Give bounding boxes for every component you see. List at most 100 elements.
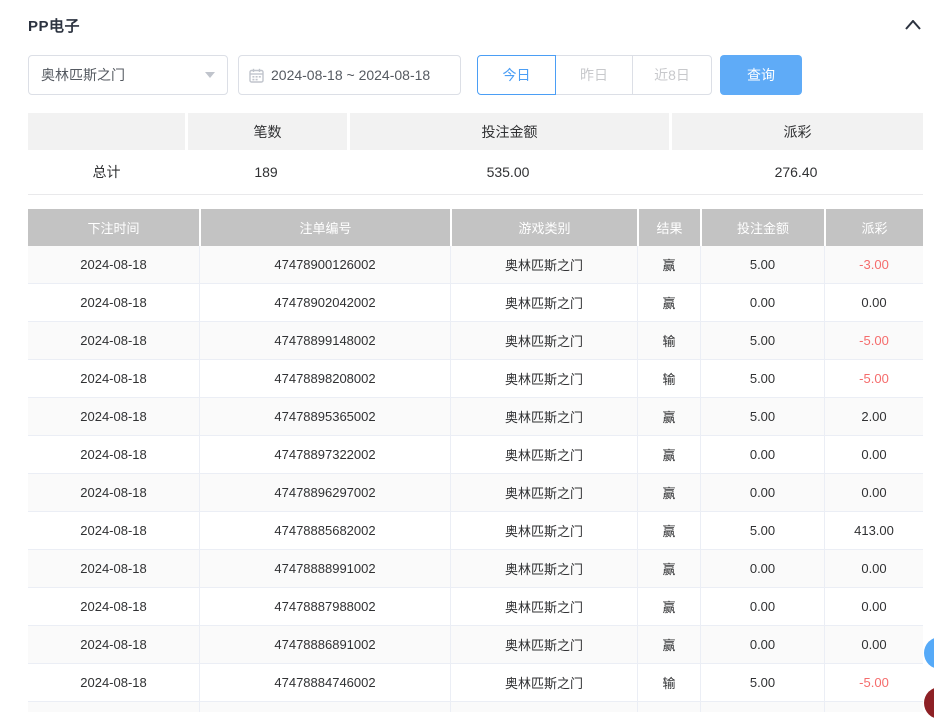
- table-row: 2024-08-1847478895365002奥林匹斯之门赢5.002.00: [28, 398, 923, 436]
- col-header-result: 结果: [637, 209, 700, 246]
- table-cell: 奥林匹斯之门: [450, 588, 637, 626]
- table-cell: 47478897322002: [199, 436, 450, 474]
- table-row: 2024-08-1847478899148002奥林匹斯之门输5.00-5.00: [28, 322, 923, 360]
- table-cell: 2024-08-18: [28, 474, 199, 512]
- table-cell: 输: [637, 664, 700, 702]
- table-cell: 赢: [637, 284, 700, 322]
- bet-table-body: 2024-08-1847478900126002奥林匹斯之门赢5.00-3.00…: [28, 246, 923, 712]
- table-cell: 赢: [637, 588, 700, 626]
- table-cell: 奥林匹斯之门: [450, 702, 637, 712]
- table-cell: 2024-08-18: [28, 360, 199, 398]
- table-cell: 0.00: [824, 284, 923, 322]
- table-row: 2024-08-1847478887988002奥林匹斯之门赢0.000.00: [28, 588, 923, 626]
- table-cell: 5.00: [700, 360, 824, 398]
- filter-bar: 奥林匹斯之门 2024-08-18 ~ 2024-08-18 今日 昨日 近8日…: [28, 55, 923, 95]
- table-row: 2024-08-1847478898208002奥林匹斯之门输5.00-5.00: [28, 360, 923, 398]
- table-cell: 奥林匹斯之门: [450, 664, 637, 702]
- table-cell: 赢: [637, 512, 700, 550]
- quick-range-button-group: 今日 昨日 近8日: [477, 55, 712, 95]
- col-header-payout: 派彩: [824, 209, 923, 246]
- table-cell: 47478885682002: [199, 512, 450, 550]
- table-cell: 0.00: [824, 474, 923, 512]
- table-cell: 2024-08-18: [28, 550, 199, 588]
- col-header-bet-number: 注单编号: [199, 209, 450, 246]
- table-cell: 0.00: [700, 284, 824, 322]
- table-cell: 47478888991002: [199, 550, 450, 588]
- summary-header-payout: 派彩: [669, 113, 923, 150]
- col-header-bet-amount: 投注金额: [700, 209, 824, 246]
- date-range-value: 2024-08-18 ~ 2024-08-18: [271, 67, 430, 83]
- table-cell: 2.00: [824, 398, 923, 436]
- calendar-icon: [249, 68, 264, 83]
- table-cell: 2024-08-18: [28, 398, 199, 436]
- table-cell: [700, 702, 824, 712]
- table-cell: 奥林匹斯之门: [450, 398, 637, 436]
- summary-total-bet-amount: 535.00: [347, 150, 669, 195]
- table-cell: 奥林匹斯之门: [450, 626, 637, 664]
- table-row: 2024-08-1847478896297002奥林匹斯之门赢0.000.00: [28, 474, 923, 512]
- table-cell: 2024-08-18: [28, 626, 199, 664]
- summary-header-count: 笔数: [185, 113, 347, 150]
- table-cell: 奥林匹斯之门: [450, 284, 637, 322]
- today-button[interactable]: 今日: [477, 55, 556, 95]
- table-cell: -3.00: [824, 246, 923, 284]
- table-cell: 赢: [637, 246, 700, 284]
- collapse-panel-button[interactable]: [903, 15, 923, 35]
- game-select[interactable]: 奥林匹斯之门: [28, 55, 228, 95]
- table-cell: 47478898208002: [199, 360, 450, 398]
- table-cell: 赢: [637, 436, 700, 474]
- table-cell: 奥林匹斯之门: [450, 550, 637, 588]
- table-cell: [637, 702, 700, 712]
- table-row: 2024-08-1847478886891002奥林匹斯之门赢0.000.00: [28, 626, 923, 664]
- date-range-input[interactable]: 2024-08-18 ~ 2024-08-18: [238, 55, 461, 95]
- table-cell: 0.00: [824, 588, 923, 626]
- table-cell: 5.00: [700, 512, 824, 550]
- summary-header-row: 笔数 投注金额 派彩: [28, 113, 923, 150]
- table-row: 2024-08-1847478884746002奥林匹斯之门输5.00-5.00: [28, 664, 923, 702]
- table-cell: 奥林匹斯之门: [450, 322, 637, 360]
- last8days-button[interactable]: 近8日: [632, 55, 712, 95]
- table-cell: 0.00: [700, 436, 824, 474]
- table-cell: 0.00: [824, 626, 923, 664]
- summary-total-row: 总计 189 535.00 276.40: [28, 150, 923, 195]
- query-button[interactable]: 查询: [720, 55, 802, 95]
- table-cell: 0.00: [700, 474, 824, 512]
- table-cell: 0.00: [700, 588, 824, 626]
- caret-down-icon: [205, 72, 215, 78]
- table-cell: 输: [637, 322, 700, 360]
- table-cell: 赢: [637, 474, 700, 512]
- table-cell: 输: [637, 360, 700, 398]
- table-cell: 47478884746002: [199, 664, 450, 702]
- table-cell: 2024-08-18: [28, 246, 199, 284]
- summary-header-empty: [28, 113, 185, 150]
- panel-header: PP电子: [28, 14, 923, 36]
- table-cell: 0.00: [824, 436, 923, 474]
- summary-header-bet-amount: 投注金额: [347, 113, 669, 150]
- table-cell: 奥林匹斯之门: [450, 360, 637, 398]
- table-cell: 5.00: [700, 664, 824, 702]
- table-cell: 2024-08-18: [28, 588, 199, 626]
- table-row: 2024-08-1847478885682002奥林匹斯之门赢5.00413.0…: [28, 512, 923, 550]
- table-cell: 47478900126002: [199, 246, 450, 284]
- table-cell: 赢: [637, 626, 700, 664]
- table-row: 2024-08-1847478900126002奥林匹斯之门赢5.00-3.00: [28, 246, 923, 284]
- table-row: 2024-08-1847478897322002奥林匹斯之门赢0.000.00: [28, 436, 923, 474]
- page-title: PP电子: [28, 15, 80, 36]
- table-cell: [28, 702, 199, 712]
- table-cell: 2024-08-18: [28, 322, 199, 360]
- summary-total-count: 189: [185, 150, 347, 195]
- summary-total-payout: 276.40: [669, 150, 923, 195]
- table-cell: 2024-08-18: [28, 512, 199, 550]
- table-row: 奥林匹斯之门: [28, 702, 923, 712]
- table-cell: 5.00: [700, 398, 824, 436]
- col-header-game-category: 游戏类别: [450, 209, 637, 246]
- table-cell: [824, 702, 923, 712]
- yesterday-button[interactable]: 昨日: [555, 55, 633, 95]
- table-cell: 47478887988002: [199, 588, 450, 626]
- bet-records-table: 下注时间 注单编号 游戏类别 结果 投注金额 派彩 2024-08-184747…: [28, 209, 923, 712]
- table-cell: 2024-08-18: [28, 436, 199, 474]
- table-cell: 2024-08-18: [28, 284, 199, 322]
- table-row: 2024-08-1847478902042002奥林匹斯之门赢0.000.00: [28, 284, 923, 322]
- chevron-up-icon: [905, 20, 921, 30]
- table-cell: 47478886891002: [199, 626, 450, 664]
